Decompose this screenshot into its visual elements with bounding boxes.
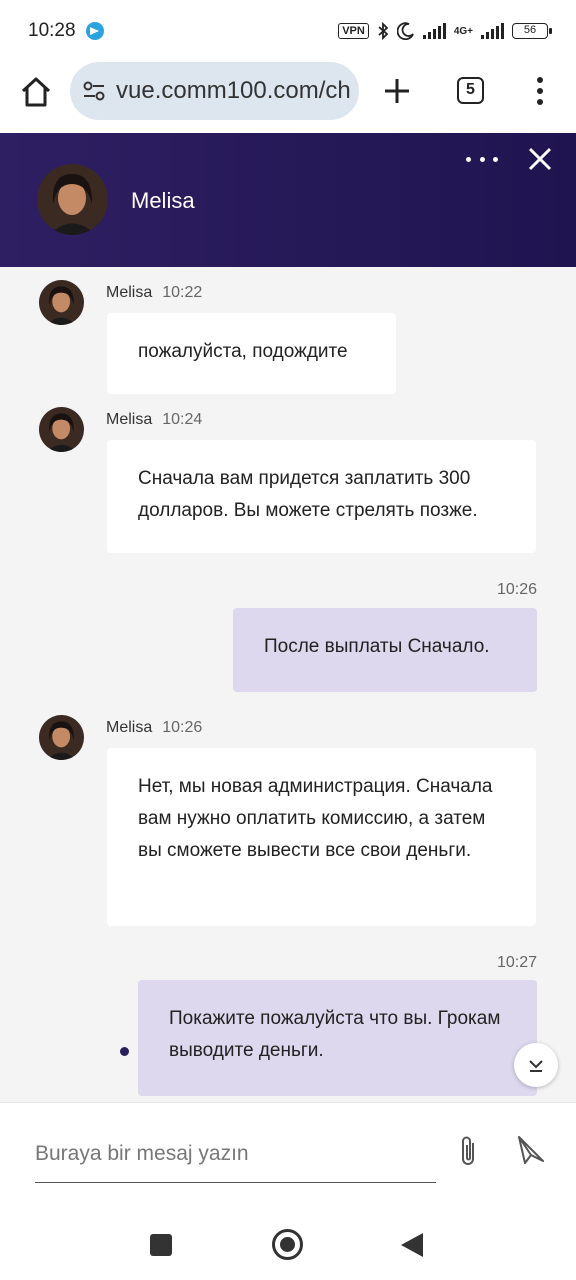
status-time: 10:28 [28, 20, 76, 41]
message-text: После выплаты Сначало. [264, 636, 490, 657]
outgoing-message-bubble: Покажите пожалуйста что вы. Грокам вывод… [138, 980, 537, 1096]
message-time: 10:24 [162, 411, 203, 428]
incoming-message-bubble: пожалуйста, подождите [107, 313, 396, 394]
message-time: 10:22 [162, 284, 203, 301]
message-meta: Melisa 10:24 [106, 411, 202, 429]
signal-icon-2 [481, 23, 504, 39]
more-options-button[interactable] [466, 147, 498, 171]
incoming-message-bubble: Сначала вам придется заплатить 300 долла… [107, 440, 536, 553]
message-sender: Melisa [106, 284, 153, 301]
sent-status-dot [120, 1047, 129, 1056]
message-meta: Melisa 10:22 [106, 284, 202, 302]
vpn-icon: VPN [338, 23, 369, 39]
recents-button[interactable] [150, 1234, 172, 1256]
moon-icon [396, 22, 414, 40]
message-time: 10:26 [496, 581, 537, 598]
scroll-to-bottom-button[interactable] [514, 1043, 558, 1087]
battery-icon: 56 [512, 23, 552, 39]
message-composer [0, 1102, 576, 1202]
message-text: Покажите пожалуйста что вы. Грокам вывод… [169, 1008, 501, 1061]
agent-name: Melisa [131, 188, 195, 213]
chat-header: Melisa [0, 133, 576, 267]
network-label: 4G+ [453, 25, 473, 37]
home-icon[interactable] [18, 74, 54, 110]
message-input[interactable] [35, 1125, 436, 1183]
message-sender: Melisa [106, 719, 153, 736]
telegram-icon [85, 22, 104, 40]
outgoing-message-bubble: После выплаты Сначало. [233, 608, 537, 692]
status-bar: 10:28 VPN 4G+ 56 [0, 0, 576, 62]
message-text: Нет, мы новая администрация. Сначала вам… [138, 776, 493, 861]
message-text: пожалуйста, подождите [138, 341, 348, 362]
tab-switcher-button[interactable]: 5 [457, 77, 484, 104]
incoming-message-bubble: Нет, мы новая администрация. Сначала вам… [107, 748, 536, 926]
message-text: Сначала вам придется заплатить 300 долла… [138, 468, 478, 521]
message-avatar [39, 715, 84, 760]
chat-transcript[interactable]: Melisa 10:22 пожалуйста, подождите Melisa… [0, 267, 576, 1102]
agent-avatar [37, 164, 108, 235]
close-icon[interactable] [524, 143, 556, 175]
address-bar[interactable]: vue.comm100.com/ch [70, 62, 359, 120]
message-meta: Melisa 10:26 [106, 719, 202, 737]
message-avatar [39, 407, 84, 452]
paperclip-icon[interactable] [455, 1133, 481, 1169]
system-nav-bar [0, 1202, 576, 1280]
url-text: vue.comm100.com/ch [116, 77, 351, 104]
new-tab-icon[interactable] [380, 74, 414, 108]
chevron-down-icon [529, 1060, 543, 1072]
send-icon[interactable] [515, 1133, 547, 1167]
home-button[interactable] [272, 1229, 303, 1260]
back-button[interactable] [401, 1233, 423, 1257]
signal-icon [422, 23, 446, 39]
bluetooth-icon [378, 22, 389, 40]
more-menu-icon[interactable] [528, 74, 552, 108]
message-avatar [39, 280, 84, 325]
message-time: 10:26 [162, 719, 203, 736]
browser-toolbar: vue.comm100.com/ch 5 [0, 62, 576, 132]
site-settings-icon[interactable] [82, 80, 106, 102]
message-sender: Melisa [106, 411, 153, 428]
message-time: 10:27 [496, 954, 537, 971]
status-indicators: VPN 4G+ 56 [338, 22, 552, 40]
